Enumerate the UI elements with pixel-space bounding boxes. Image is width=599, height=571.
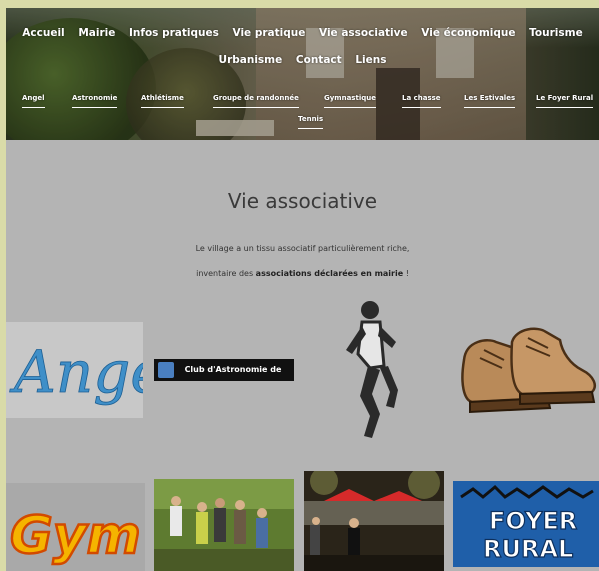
nav-item-liens[interactable]: Liens <box>355 54 386 66</box>
main-nav-row-1: Accueil Mairie Infos pratiques Vie prati… <box>6 22 599 44</box>
intro-text-before: inventaire des <box>196 269 256 278</box>
foyer-logo-line-1: FOYER <box>489 507 577 535</box>
subnav-item-angel[interactable]: Angel <box>22 94 45 108</box>
main-nav-row-2: Urbanisme Contact Liens <box>6 49 599 71</box>
astronomie-tile[interactable]: Club d'Astronomie de Gigouzac <box>154 359 294 381</box>
intro-text-line-2: inventaire des associations déclarées en… <box>6 269 599 278</box>
nav-item-vie-economique[interactable]: Vie économique <box>421 27 515 39</box>
angel-tile[interactable]: Angel <box>6 322 143 418</box>
header-banner: Accueil Mairie Infos pratiques Vie prati… <box>6 8 599 140</box>
gym-logo-image: Gym <box>6 483 145 571</box>
nav-item-tourisme[interactable]: Tourisme <box>529 27 583 39</box>
intro-text-line-1: Le village a un tissu associatif particu… <box>195 244 410 253</box>
intro-text-bold: associations déclarées en mairie <box>255 269 404 278</box>
les-estivales-tile[interactable] <box>304 471 444 571</box>
angel-logo-text: Angel <box>9 338 143 406</box>
astronomie-logo: Club d'Astronomie de Gigouzac <box>154 359 294 381</box>
foyer-logo-line-2: RURAL <box>483 535 573 563</box>
nav-item-accueil[interactable]: Accueil <box>22 27 64 39</box>
sub-nav-row-1: Angel Astronomie Athlétisme Groupe de ra… <box>6 94 599 110</box>
subnav-item-la-chasse[interactable]: La chasse <box>402 94 441 108</box>
angel-logo-image: Angel <box>6 322 143 418</box>
subnav-item-astronomie[interactable]: Astronomie <box>72 94 118 108</box>
groupe-de-randonnee-tile[interactable] <box>154 479 294 571</box>
le-foyer-rural-tile[interactable]: FOYER RURAL <box>453 481 599 567</box>
athletisme-tile[interactable] <box>340 296 402 446</box>
astronomie-logo-text: Club d'Astronomie de Gigouzac <box>184 365 282 374</box>
festival-night-photo <box>304 471 444 571</box>
subnav-item-gymnastique[interactable]: Gymnastique <box>324 94 376 108</box>
subnav-item-tennis[interactable]: Tennis <box>298 115 324 129</box>
randonnee-boots-tile[interactable] <box>456 320 599 424</box>
nav-item-contact[interactable]: Contact <box>296 54 342 66</box>
gymnastique-tile[interactable]: Gym <box>6 483 145 571</box>
subnav-item-le-foyer-rural[interactable]: Le Foyer Rural <box>536 94 594 108</box>
nav-item-urbanisme[interactable]: Urbanisme <box>219 54 283 66</box>
astronomie-mark-icon <box>158 362 174 378</box>
hikers-group-photo <box>154 479 294 571</box>
nav-item-mairie[interactable]: Mairie <box>78 27 115 39</box>
nav-item-vie-associative[interactable]: Vie associative <box>319 27 408 39</box>
foyer-rural-logo-image: FOYER RURAL <box>453 481 599 567</box>
gym-logo-text: Gym <box>10 506 141 566</box>
page-frame: Accueil Mairie Infos pratiques Vie prati… <box>6 8 599 571</box>
subnav-item-les-estivales[interactable]: Les Estivales <box>464 94 516 108</box>
hiking-boots-icon <box>461 327 596 414</box>
nav-item-infos-pratiques[interactable]: Infos pratiques <box>129 27 219 39</box>
runner-icon <box>346 301 398 438</box>
intro-text-after: ! <box>403 269 409 278</box>
nav-item-vie-pratique[interactable]: Vie pratique <box>233 27 306 39</box>
main-navigation: Accueil Mairie Infos pratiques Vie prati… <box>6 22 599 71</box>
subnav-item-groupe-de-randonnee[interactable]: Groupe de randonnée <box>213 94 299 108</box>
page-title: Vie associative <box>227 189 378 213</box>
subnav-item-athletisme[interactable]: Athlétisme <box>141 94 184 108</box>
